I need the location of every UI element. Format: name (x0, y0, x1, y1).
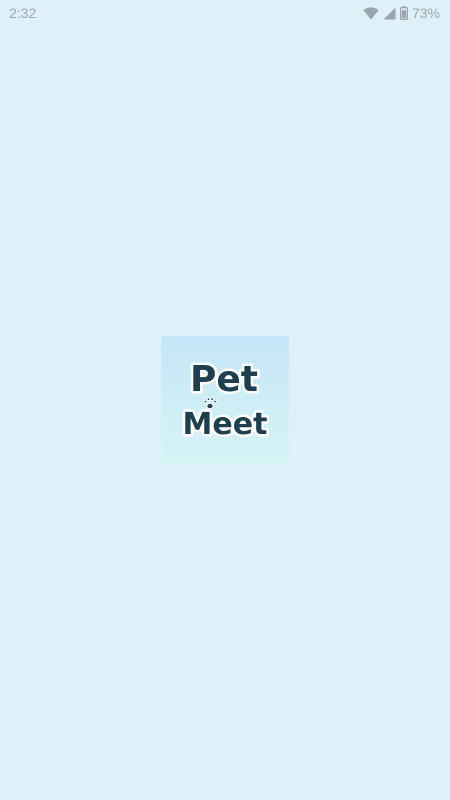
battery-percentage: 73% (411, 5, 440, 21)
splash-screen: 2:32 73% Pet Meet (0, 0, 450, 800)
logo-line-meet: Meet (183, 407, 268, 442)
battery-icon (399, 6, 408, 20)
app-logo: Pet Meet (161, 336, 289, 464)
logo-line-pet: Pet (190, 359, 258, 400)
cellular-signal-icon (383, 7, 396, 20)
wifi-icon (363, 6, 379, 20)
status-icons: 73% (363, 5, 440, 21)
status-time: 2:32 (9, 5, 37, 21)
status-bar: 2:32 73% (0, 0, 450, 26)
